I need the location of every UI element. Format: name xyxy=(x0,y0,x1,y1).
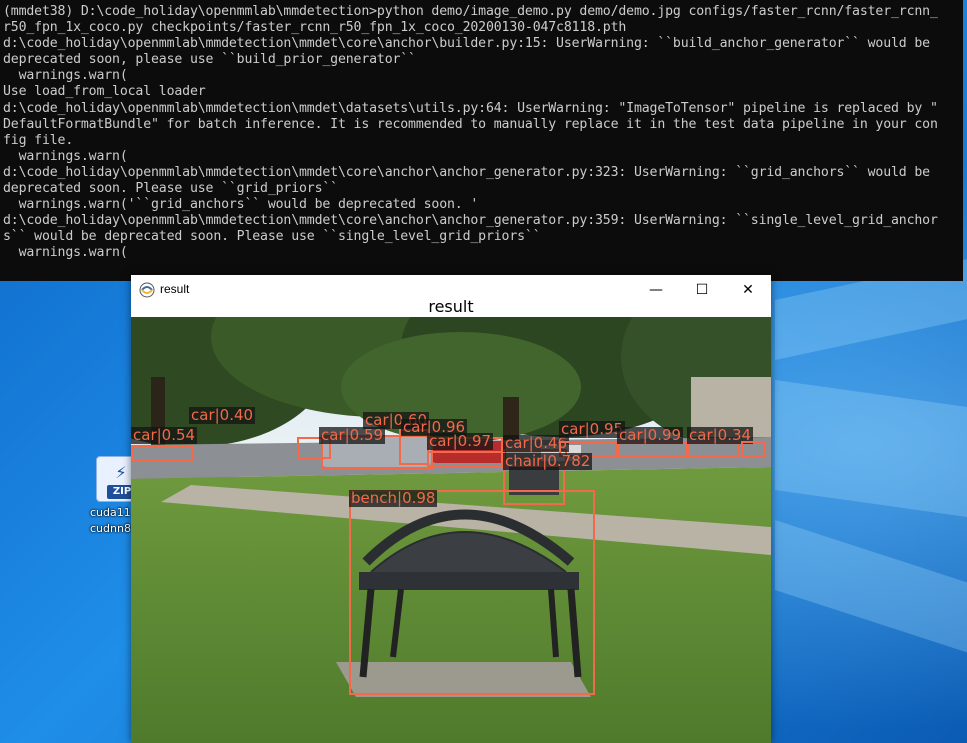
wallpaper-light-ray xyxy=(775,520,967,655)
detection-label: car|0.59 xyxy=(319,426,386,444)
plot-title: result xyxy=(428,297,474,316)
detection-label: car|0.97 xyxy=(427,432,494,450)
zip-file-icon: ⚡ ZIP xyxy=(96,456,137,502)
wallpaper-light-ray xyxy=(775,380,967,519)
detection-box-bench xyxy=(349,490,595,695)
window-title: result xyxy=(160,282,190,296)
detection-box-car xyxy=(131,445,193,461)
detection-box-car xyxy=(741,441,765,457)
detection-label: car|0.95 xyxy=(559,420,626,438)
detection-label: car|0.40 xyxy=(189,406,256,424)
console-output: (mmdet38) D:\code_holiday\openmmlab\mmde… xyxy=(3,4,938,261)
result-window[interactable]: result — ☐ ✕ result car|0.54 car|0.40 ca… xyxy=(131,275,771,743)
detection-label: car|0.54 xyxy=(131,426,198,444)
detection-box-car xyxy=(427,451,503,467)
lightning-icon: ⚡ xyxy=(115,463,127,482)
python-app-icon xyxy=(139,282,155,298)
detection-label: chair|0.782 xyxy=(503,452,593,470)
console-window[interactable]: (mmdet38) D:\code_holiday\openmmlab\mmde… xyxy=(0,0,963,281)
detection-label: car|0.99 xyxy=(617,426,684,444)
detection-label: bench|0.98 xyxy=(349,489,438,507)
detection-image: car|0.54 car|0.40 car|0.59 car|0.60 car|… xyxy=(131,317,771,743)
